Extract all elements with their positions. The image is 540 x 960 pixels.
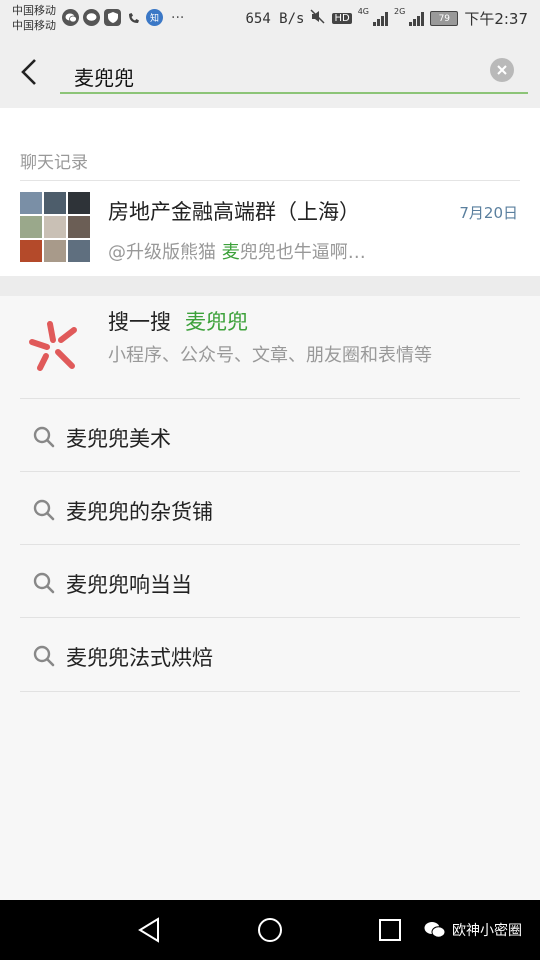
watermark-text: 欧神小密圈	[452, 923, 522, 939]
snippet-highlight: 麦	[221, 242, 240, 263]
chat-date: 7月20日	[459, 204, 518, 222]
notification-icons: 知 ···	[62, 9, 184, 26]
suggestion-text: 麦兜兜美术	[66, 427, 171, 451]
back-arrow-icon	[21, 59, 36, 85]
zhihu-icon: 知	[146, 9, 163, 26]
chat-title: 房地产金融高端群（上海）	[108, 200, 360, 224]
divider	[20, 180, 520, 181]
suggestion-item[interactable]: 麦兜兜的杂货铺	[20, 471, 520, 545]
signal-icon	[373, 11, 389, 26]
search-suggestions: 搜一搜 麦兜兜 小程序、公众号、文章、朋友圈和表情等 麦兜兜美术 麦兜兜的杂货铺 …	[0, 296, 540, 900]
wechat-icon	[62, 9, 79, 26]
suggestion-item[interactable]: 麦兜兜法式烘焙	[20, 617, 520, 692]
chat-icon	[83, 9, 100, 26]
search-query[interactable]: 麦兜兜	[74, 62, 134, 91]
clock: 下午2:37	[464, 10, 528, 28]
section-label: 聊天记录	[20, 153, 88, 173]
search-icon	[33, 426, 55, 448]
group-avatar	[20, 192, 90, 262]
phone-icon	[125, 9, 142, 26]
search-icon	[33, 499, 55, 521]
nav-back-button[interactable]	[136, 916, 164, 944]
network-gen-1: 4G	[357, 7, 370, 16]
clear-button[interactable]	[490, 58, 514, 82]
signal-icon-2	[409, 11, 425, 26]
search-header: 麦兜兜	[0, 36, 540, 108]
chat-snippet: @升级版熊猫 麦兜兜也牛逼啊…	[108, 238, 366, 264]
battery-icon: 79	[430, 11, 459, 26]
carrier-2: 中国移动	[12, 19, 56, 32]
suggestion-item[interactable]: 麦兜兜美术	[20, 398, 520, 472]
suggestion-text: 麦兜兜法式烘焙	[66, 646, 213, 670]
watermark: 欧神小密圈	[424, 920, 522, 940]
search-icon	[33, 645, 55, 667]
mute-icon	[310, 9, 326, 28]
snippet-prefix: @升级版熊猫	[108, 242, 222, 263]
suggestion-text: 麦兜兜响当当	[66, 573, 192, 597]
close-icon	[497, 65, 507, 75]
chat-records-section: 聊天记录 房地产金融高端群（上海） 7月20日 @升级版熊猫 麦兜兜也牛逼啊…	[0, 108, 540, 276]
net-speed: 654 B/s	[245, 10, 305, 27]
triangle-back-icon	[138, 917, 159, 943]
nav-home-button[interactable]	[256, 916, 284, 944]
nav-recents-button[interactable]	[376, 916, 404, 944]
suggestion-item[interactable]: 麦兜兜响当当	[20, 544, 520, 618]
network-gen-2: 2G	[394, 7, 406, 16]
system-indicators: 654 B/s HD 4G 2G 79 下午2:37	[245, 8, 528, 29]
back-button[interactable]	[18, 58, 42, 86]
suggestion-text: 麦兜兜的杂货铺	[66, 500, 213, 524]
carrier-1: 中国移动	[12, 4, 56, 17]
souyisou-label: 搜一搜	[108, 310, 171, 334]
snippet-suffix: 兜兜也牛逼啊…	[239, 242, 366, 263]
search-one-search-item[interactable]: 搜一搜 麦兜兜 小程序、公众号、文章、朋友圈和表情等	[0, 296, 540, 398]
souyisou-title: 搜一搜 麦兜兜	[108, 306, 248, 336]
status-bar: 中国移动 中国移动 知 ··· 654 B/s HD 4G 2G 79 下午2:…	[0, 0, 540, 36]
search-icon	[33, 572, 55, 594]
navigation-bar: 欧神小密圈	[0, 900, 540, 960]
square-recents-icon	[379, 919, 401, 941]
more-notifications: ···	[171, 9, 185, 26]
search-input[interactable]: 麦兜兜	[60, 56, 528, 94]
shield-icon	[104, 9, 121, 26]
circle-home-icon	[258, 918, 282, 942]
carrier-info: 中国移动 中国移动	[12, 3, 56, 33]
souyisou-icon	[29, 321, 77, 371]
section-gap	[0, 276, 540, 296]
hd-badge: HD	[332, 13, 352, 24]
wechat-logo-icon	[424, 922, 446, 938]
souyisou-keyword: 麦兜兜	[185, 310, 248, 334]
souyisou-description: 小程序、公众号、文章、朋友圈和表情等	[108, 345, 432, 366]
